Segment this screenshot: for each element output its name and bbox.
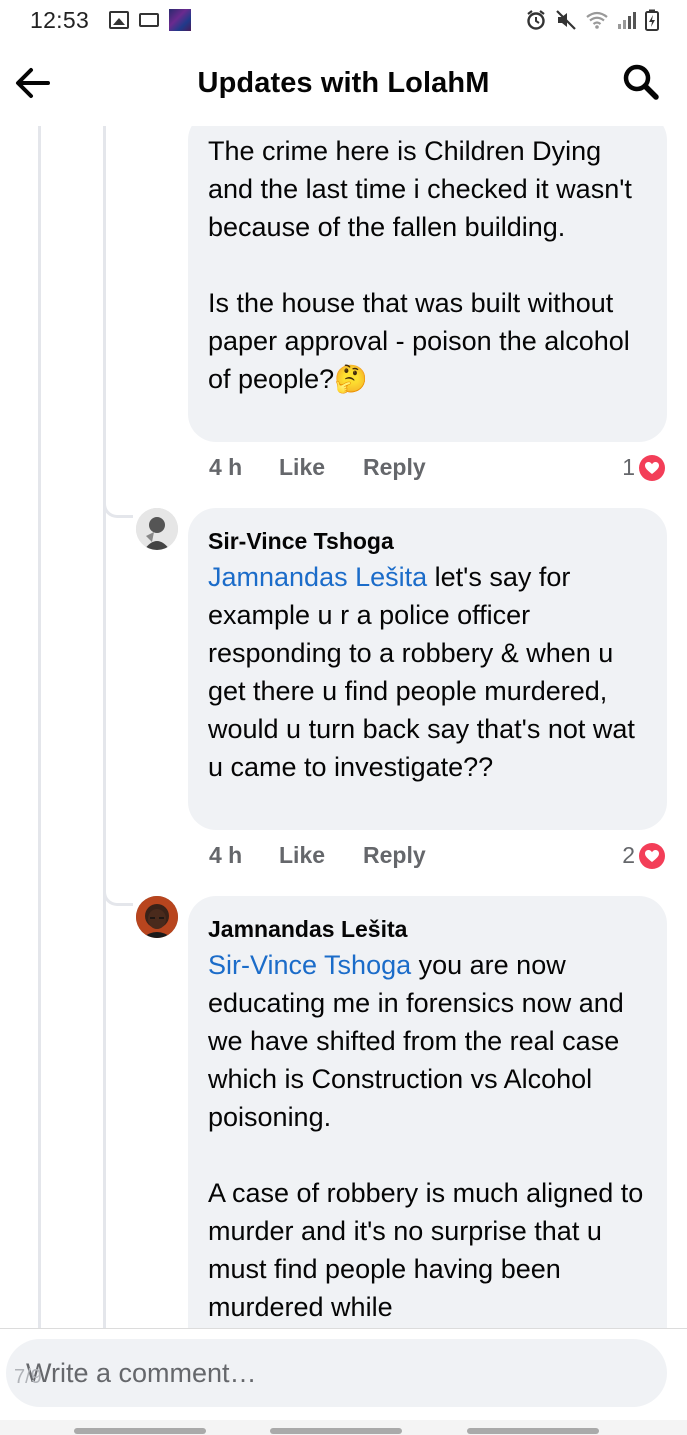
thread-line (103, 126, 106, 1328)
status-left-icons (109, 9, 192, 31)
status-time: 12:53 (30, 6, 90, 33)
reaction-summary[interactable]: 2 (622, 842, 665, 869)
wifi-icon (586, 11, 608, 29)
search-icon (623, 64, 659, 100)
thread-branch (103, 890, 133, 906)
heart-reaction-icon (639, 454, 665, 481)
comment-text: Jamnandas Lešita let's say for example u… (208, 562, 643, 782)
alarm-icon (527, 10, 545, 30)
app-header: Updates with LolahM (0, 40, 687, 126)
thread-line (38, 126, 41, 1328)
reply-button[interactable]: Reply (363, 842, 426, 869)
comment-author[interactable]: Jamnandas Lešita (208, 914, 647, 944)
comment-time: 4 h (209, 454, 243, 480)
reaction-count: 2 (622, 842, 635, 868)
comment-actions: 4 h Like Reply (209, 454, 426, 481)
status-right-icons (525, 9, 659, 31)
comment-text: The crime here is Children Dying and the… (208, 136, 632, 394)
avatar[interactable] (136, 896, 178, 938)
system-nav-bar (0, 1420, 687, 1435)
comment-actions: 4 h Like Reply (209, 842, 426, 869)
mention-link[interactable]: Jamnandas Lešita (208, 562, 427, 592)
like-button[interactable]: Like (279, 842, 363, 869)
comment-time: 4 h (209, 842, 243, 868)
reaction-count: 1 (622, 454, 635, 480)
comment-thread[interactable]: The crime here is Children Dying and the… (0, 126, 687, 1328)
comment-bubble[interactable]: Sir-Vince Tshoga Jamnandas Lešita let's … (188, 508, 667, 830)
heart-reaction-icon (639, 842, 665, 869)
app-thumbnail-icon (169, 9, 192, 31)
reply-button[interactable]: Reply (363, 454, 426, 481)
reaction-summary[interactable]: 1 (622, 454, 665, 481)
like-button[interactable]: Like (279, 454, 363, 481)
home-nav-button[interactable] (270, 1428, 402, 1434)
cast-icon (139, 13, 160, 27)
avatar[interactable] (136, 508, 178, 550)
recents-nav-button[interactable] (74, 1428, 206, 1434)
back-arrow-icon (16, 68, 50, 98)
battery-icon (645, 9, 659, 31)
search-button[interactable] (621, 62, 661, 102)
comment-input[interactable]: Write a comment… (6, 1339, 667, 1407)
comment-bubble[interactable]: Jamnandas Lešita Sir-Vince Tshoga you ar… (188, 896, 667, 1328)
thinking-face-emoji: 🤔 (334, 364, 368, 394)
page-title: Updates with LolahM (197, 66, 490, 99)
comment-text: Sir-Vince Tshoga you are now educating m… (208, 950, 644, 1322)
mute-icon (556, 10, 576, 30)
signal-icon (618, 12, 636, 29)
thread-branch (103, 502, 133, 518)
gallery-icon (109, 11, 130, 29)
comment-composer-bar: Write a comment… 7/9 (0, 1328, 687, 1420)
comment-input-placeholder: Write a comment… (26, 1357, 257, 1388)
back-nav-button[interactable] (467, 1428, 599, 1434)
comment-bubble[interactable]: The crime here is Children Dying and the… (188, 126, 667, 442)
mention-link[interactable]: Sir-Vince Tshoga (208, 950, 411, 980)
back-button[interactable] (12, 62, 54, 104)
overlay-text: 7/9 (14, 1366, 42, 1388)
status-bar: 12:53 (0, 0, 687, 40)
comment-author[interactable]: Sir-Vince Tshoga (208, 526, 647, 556)
